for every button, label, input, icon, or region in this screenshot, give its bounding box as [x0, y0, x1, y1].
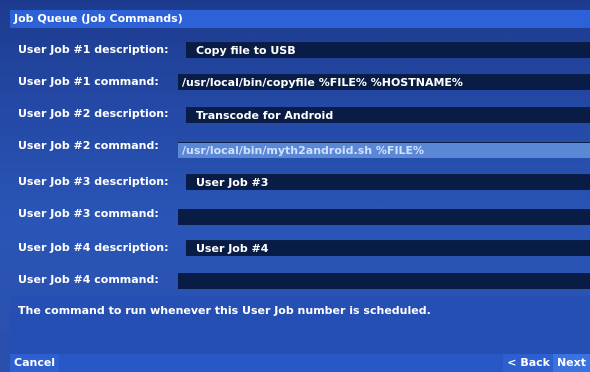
job4-command-label: User Job #4 command:	[18, 273, 159, 286]
cancel-button[interactable]: Cancel	[10, 354, 60, 372]
next-button[interactable]: Next	[552, 354, 590, 372]
row-job1-command: User Job #1 command: /usr/local/bin/copy…	[10, 66, 590, 98]
job2-description-input[interactable]: Transcode for Android	[186, 107, 590, 123]
row-job3-command: User Job #3 command:	[10, 198, 590, 230]
job3-command-label: User Job #3 command:	[18, 207, 159, 220]
row-job1-description: User Job #1 description: Copy file to US…	[10, 34, 590, 66]
job2-description-label: User Job #2 description:	[18, 107, 169, 120]
row-job3-description: User Job #3 description: User Job #3	[10, 166, 590, 198]
job1-command-input[interactable]: /usr/local/bin/copyfile %FILE% %HOSTNAME…	[178, 74, 590, 90]
job1-description-label: User Job #1 description:	[18, 43, 169, 56]
job2-command-label: User Job #2 command:	[18, 139, 159, 152]
job2-command-input[interactable]: /usr/local/bin/myth2android.sh %FILE%	[178, 142, 590, 158]
window-title: Job Queue (Job Commands)	[10, 10, 590, 28]
help-panel: The command to run whenever this User Jo…	[10, 296, 590, 354]
job1-description-input[interactable]: Copy file to USB	[186, 42, 590, 58]
row-job4-description: User Job #4 description: User Job #4	[10, 232, 590, 264]
job4-command-input[interactable]	[178, 273, 590, 289]
job1-command-label: User Job #1 command:	[18, 75, 159, 88]
back-button[interactable]: < Back	[503, 354, 554, 372]
row-job2-description: User Job #2 description: Transcode for A…	[10, 98, 590, 130]
job3-command-input[interactable]	[178, 209, 590, 225]
job4-description-input[interactable]: User Job #4	[186, 240, 590, 256]
job3-description-label: User Job #3 description:	[18, 175, 169, 188]
job4-description-label: User Job #4 description:	[18, 241, 169, 254]
row-job2-command: User Job #2 command: /usr/local/bin/myth…	[10, 130, 590, 162]
bottom-button-bar: Cancel < Back Next	[10, 354, 590, 372]
row-job4-command: User Job #4 command:	[10, 264, 590, 296]
help-text: The command to run whenever this User Jo…	[18, 304, 431, 317]
job3-description-input[interactable]: User Job #3	[186, 174, 590, 190]
